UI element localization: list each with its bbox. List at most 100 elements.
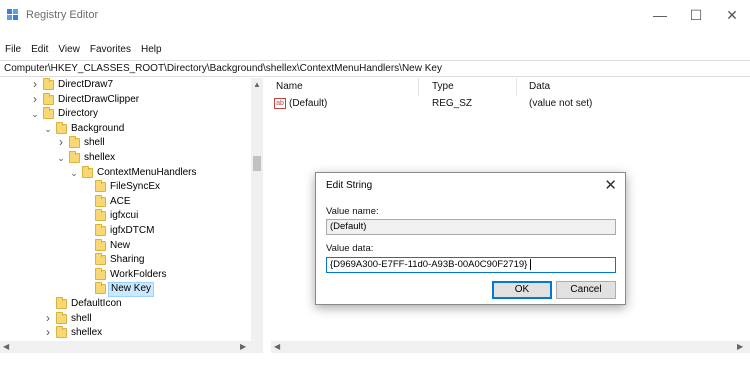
value-name-field: (Default) [326,219,616,235]
registry-editor-icon [7,9,20,21]
folder-icon [56,297,67,309]
ok-button[interactable]: OK [492,281,552,299]
tree-node-label[interactable]: DirectDrawClipper [56,93,141,108]
chevron-down-icon[interactable]: ⌄ [69,166,79,178]
tree-node-label[interactable]: igfxcui [108,209,140,224]
tree-node[interactable]: Sharing [0,253,250,268]
tree-node-label[interactable]: Background [69,122,126,137]
menu-edit[interactable]: Edit [26,42,53,58]
folder-icon [56,326,67,339]
folder-icon [95,282,106,295]
tree-node[interactable]: ⌄ Background [0,121,250,137]
tree-vertical-scrollbar[interactable]: ▲ [251,78,263,341]
tree-node[interactable]: › DirectDrawClipper [0,92,250,108]
tree-node-label[interactable]: shellex [69,326,104,341]
menu-help[interactable]: Help [136,42,167,58]
chevron-right-icon[interactable]: › [56,136,66,149]
tree-node-label[interactable]: shellex [82,151,117,166]
tree-node-label[interactable]: FileSyncEx [108,180,162,195]
tree-node[interactable]: igfxDTCM [0,224,250,239]
address-bar[interactable]: Computer\HKEY_CLASSES_ROOT\Directory\Bac… [0,60,750,77]
folder-icon [56,121,67,134]
folder-icon [95,209,106,222]
tree-node-label[interactable]: Sharing [108,253,146,268]
tree-node-label[interactable]: igfxDTCM [108,224,156,239]
value-type-cell: REG_SZ [432,98,473,109]
menu-favorites[interactable]: Favorites [85,42,136,58]
chevron-down-icon[interactable]: ⌄ [56,151,66,163]
folder-icon [95,253,106,266]
cancel-button[interactable]: Cancel [556,281,616,299]
folder-icon [95,194,106,207]
folder-icon [95,224,106,236]
scroll-up-arrow-icon[interactable]: ▲ [253,80,261,89]
chevron-down-icon[interactable]: ⌄ [30,107,40,119]
tree-node[interactable]: › DirectDraw7 [0,78,250,93]
tree-node[interactable]: DefaultIcon [0,297,250,312]
tree-node-label[interactable]: shell [82,136,107,151]
scroll-left-arrow-icon[interactable]: ◀ [274,342,280,351]
tree-node[interactable]: WorkFolders [0,267,250,283]
tree-node[interactable]: ACE [0,194,250,210]
chevron-right-icon[interactable]: › [43,311,53,324]
address-path[interactable]: Computer\HKEY_CLASSES_ROOT\Directory\Bac… [4,63,442,74]
column-header-name[interactable]: Name [276,81,303,92]
scroll-thumb[interactable] [253,156,261,171]
column-header-type[interactable]: Type [432,81,454,92]
folder-icon [56,311,67,324]
folder-icon [69,136,80,149]
folder-icon [43,92,54,105]
tree-node[interactable]: › shell [0,311,250,327]
window-title: Registry Editor [26,9,99,21]
tree-node-label[interactable]: New [108,239,132,254]
tree-node[interactable]: igfxcui [0,209,250,224]
tree-node[interactable]: ⌄ shellex [0,151,250,166]
tree-horizontal-scrollbar[interactable]: ◀ ▶ [0,341,263,353]
tree-node[interactable]: New Key [0,282,250,297]
tree-node[interactable]: › shellex [0,326,250,341]
dialog-close-icon[interactable]: ✕ [604,176,617,194]
value-data-text[interactable]: {D969A300-E7FF-11d0-A93B-00A0C90F2719} [330,259,527,270]
tree-node[interactable]: ⌄ Directory [0,107,250,122]
folder-icon [95,180,106,193]
folder-icon [95,238,106,251]
scroll-right-arrow-icon[interactable]: ▶ [737,342,743,351]
tree-node-label[interactable]: ACE [108,195,133,210]
column-divider[interactable] [516,78,517,96]
tree-node[interactable]: › shell [0,136,250,151]
tree-node-label[interactable]: DefaultIcon [69,297,124,312]
tree-node-label[interactable]: Directory [56,107,100,122]
tree-node-label[interactable]: shell [69,312,94,327]
folder-icon [82,165,93,178]
minimize-button[interactable]: — [640,4,680,26]
chevron-down-icon[interactable]: ⌄ [43,122,53,134]
folder-icon [95,267,106,280]
scroll-right-arrow-icon[interactable]: ▶ [240,342,246,351]
value-name-cell[interactable]: (Default) [289,98,327,109]
value-name-label: Value name: [326,206,379,217]
key-tree[interactable]: › DirectDraw7 › DirectDrawClipper ⌄ Directory… [0,78,263,341]
value-name-text: (Default) [330,221,367,232]
menu-file[interactable]: File [0,42,26,58]
list-horizontal-scrollbar[interactable]: ◀ ▶ [271,341,750,353]
folder-icon [69,151,80,163]
menu-view[interactable]: View [53,42,85,58]
tree-node[interactable]: ⌄ ContextMenuHandlers [0,165,250,181]
chevron-right-icon[interactable]: › [30,92,40,105]
tree-node-label[interactable]: DirectDraw7 [56,78,115,93]
column-header-data[interactable]: Data [529,81,550,92]
chevron-right-icon[interactable]: › [43,326,53,339]
column-divider[interactable] [418,78,419,96]
tree-node-label[interactable]: New Key [108,282,155,297]
maximize-button[interactable]: ☐ [676,4,716,26]
scroll-left-arrow-icon[interactable]: ◀ [3,342,9,351]
string-value-icon: ab [274,98,286,109]
value-data-input[interactable]: {D969A300-E7FF-11d0-A93B-00A0C90F2719} [326,257,616,273]
tree-node[interactable]: New [0,238,250,254]
tree-node[interactable]: FileSyncEx [0,180,250,195]
tree-node-label[interactable]: WorkFolders [108,268,169,283]
value-data-cell: (value not set) [529,98,593,109]
chevron-right-icon[interactable]: › [30,78,40,91]
close-button[interactable]: ✕ [712,4,750,26]
tree-node-label[interactable]: ContextMenuHandlers [95,166,199,181]
